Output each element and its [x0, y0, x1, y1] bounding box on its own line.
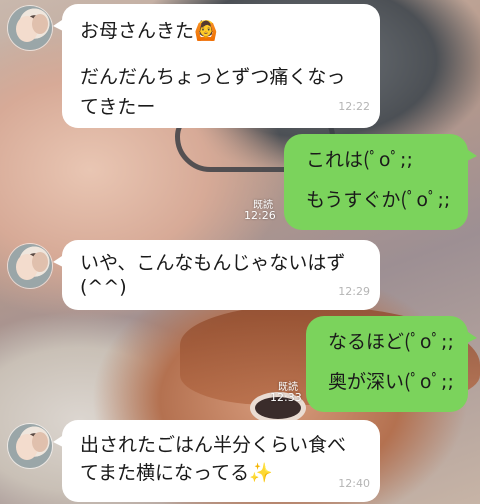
message-bubble-incoming[interactable]: いや、こんなもんじゃないはず (^^) 12:29 [53, 240, 380, 310]
message-timestamp: 12:22 [338, 100, 370, 113]
message-text: いや、こんなもんじゃないはず [80, 252, 346, 274]
message-bubble-incoming[interactable]: 出されたごはん半分くらい食べ てまた横になってる✨ 12:40 [53, 420, 380, 502]
message-text: てきたー [80, 96, 156, 118]
message-text: (^^) [80, 276, 127, 298]
message-timestamp: 12:29 [338, 285, 370, 298]
message-timestamp: 12:40 [338, 477, 370, 490]
sender-avatar[interactable] [8, 424, 52, 468]
message-timestamp: 12:26 [244, 209, 276, 222]
message-text: お母さんきた🙆 [80, 20, 218, 42]
message-text: 出されたごはん半分くらい食べ [80, 434, 347, 456]
message-bubble-outgoing[interactable]: なるほど(ﾟoﾟ;; 奥が深い(ﾟoﾟ;; [306, 316, 477, 412]
message-text: てまた横になってる✨ [80, 462, 273, 484]
sender-avatar[interactable] [8, 6, 52, 50]
message-text: 奥が深い(ﾟoﾟ;; [328, 371, 454, 393]
message-bubble-incoming[interactable]: お母さんきた🙆 だんだんちょっとずつ痛くなっ てきたー 12:22 [53, 4, 380, 128]
message-bubble-outgoing[interactable]: これは(ﾟoﾟ;; もうすぐか(ﾟoﾟ;; [284, 134, 477, 230]
message-text: もうすぐか(ﾟoﾟ;; [306, 189, 451, 211]
message-text: だんだんちょっとずつ痛くなっ [80, 66, 346, 88]
message-text: これは(ﾟoﾟ;; [306, 149, 413, 171]
message-text: なるほど(ﾟoﾟ;; [328, 331, 454, 353]
sender-avatar[interactable] [8, 244, 52, 288]
message-timestamp: 12:33 [270, 391, 302, 404]
